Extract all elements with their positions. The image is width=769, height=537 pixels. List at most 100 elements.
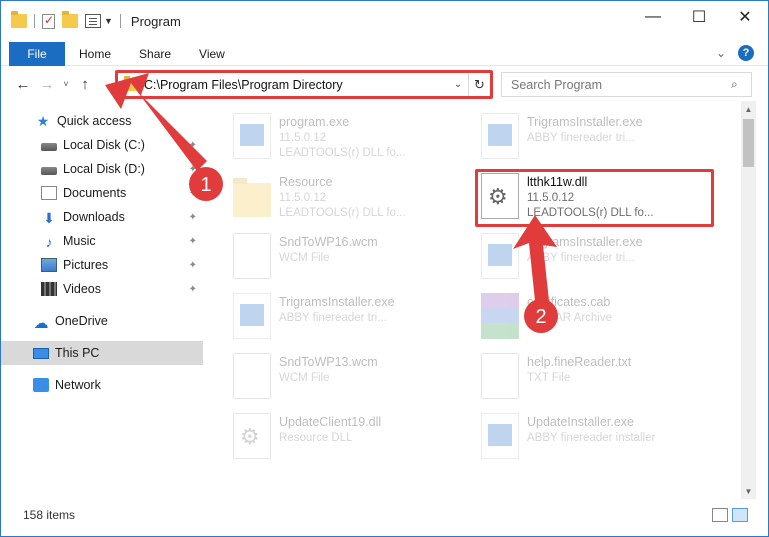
exe-icon <box>481 233 519 279</box>
file-name: TrigramsInstaller.exe <box>527 115 643 129</box>
file-item[interactable]: SndToWP13.wcm WCM File <box>233 349 473 407</box>
forward-button[interactable]: → <box>35 76 59 93</box>
refresh-button[interactable]: ↻ <box>468 73 490 96</box>
properties-icon[interactable] <box>85 14 101 28</box>
scrollbar-thumb[interactable] <box>743 119 754 167</box>
properties-check-icon[interactable] <box>42 13 55 29</box>
file-name: SndToWP16.wcm <box>279 235 378 249</box>
sidebar-item-documents[interactable]: Documents ✦ <box>1 181 203 205</box>
file-version: 11.5.0.12 <box>527 192 575 204</box>
file-description: WinRAR Archive <box>527 312 612 324</box>
sidebar-item-label: Videos <box>63 282 101 296</box>
sidebar-item-downloads[interactable]: ⬇ Downloads ✦ <box>1 205 203 229</box>
scroll-down-icon[interactable]: ▼ <box>741 483 756 499</box>
up-button[interactable]: ↑ <box>73 76 97 93</box>
pin-icon[interactable]: ✦ <box>189 188 197 199</box>
file-item[interactable]: certificates.cab WinRAR Archive <box>481 289 721 347</box>
file-description: ABBY finereader tri... <box>279 312 387 324</box>
sidebar-item-network[interactable]: Network <box>1 373 203 397</box>
file-description: LEADTOOLS(r) DLL fo... <box>279 147 406 159</box>
disk-icon <box>41 143 57 151</box>
document-icon <box>481 353 519 399</box>
search-placeholder[interactable]: Search Program <box>511 78 731 92</box>
sidebar-item-label: Quick access <box>57 114 132 128</box>
maximize-button[interactable]: ☐ <box>676 1 722 33</box>
sidebar-item-label: Local Disk (D:) <box>63 162 145 176</box>
file-item[interactable]: UpdateInstaller.exe ABBY finereader insta… <box>481 409 721 467</box>
view-toggle <box>712 508 748 522</box>
file-name: TrigramsInstaller.exe <box>527 235 643 249</box>
disk-icon <box>41 167 57 175</box>
file-item[interactable]: SndToWP16.wcm WCM File <box>233 229 473 287</box>
sidebar-item-this-pc[interactable]: This PC <box>1 341 203 365</box>
details-view-icon[interactable] <box>712 508 728 522</box>
tab-share[interactable]: Share <box>125 42 185 66</box>
tiles-view-icon[interactable] <box>732 508 748 522</box>
file-name: ltthk11w.dll <box>527 175 588 189</box>
pin-icon[interactable]: ✦ <box>189 164 197 175</box>
minimize-button[interactable]: — <box>630 1 676 33</box>
tab-view[interactable]: View <box>185 42 239 66</box>
pin-icon[interactable]: ✦ <box>189 212 197 223</box>
title-bar: ▼ Program — ☐ ✕ <box>1 1 768 41</box>
customize-toolbar-arrow-icon[interactable]: ▼ <box>104 16 113 26</box>
address-dropdown-icon[interactable]: ⌄ <box>448 79 468 90</box>
recent-locations-icon[interactable]: ˅ <box>59 79 73 89</box>
file-name: certificates.cab <box>527 295 611 309</box>
pin-icon[interactable]: ✦ <box>189 140 197 151</box>
sidebar-item-local-disk-d[interactable]: Local Disk (D:) ✦ <box>1 157 203 181</box>
sidebar-item-label: Network <box>55 378 101 392</box>
dll-gear-icon <box>233 413 271 459</box>
address-path[interactable]: C:\Program Files\Program Directory <box>144 78 448 92</box>
file-item[interactable]: help.fineReader.txt TXT File <box>481 349 721 407</box>
pin-icon[interactable]: ✦ <box>189 236 197 247</box>
file-item[interactable]: TrigramsInstaller.exe ABBY finereader tri… <box>481 229 721 287</box>
expand-ribbon-chevron-icon[interactable]: ⌄ <box>716 46 726 60</box>
ribbon-right-controls: ⌄ ? <box>716 45 754 61</box>
file-name: SndToWP13.wcm <box>279 355 378 369</box>
file-name: Resource <box>279 175 333 189</box>
exe-icon <box>233 113 271 159</box>
sidebar-item-music[interactable]: ♪ Music ✦ <box>1 229 203 253</box>
sidebar-item-onedrive[interactable]: ☁ OneDrive <box>1 309 203 333</box>
tab-file[interactable]: File <box>9 41 65 66</box>
sidebar-item-label: Pictures <box>63 258 109 272</box>
folder-icon <box>11 11 27 28</box>
quick-access-toolbar: ▼ <box>11 11 121 29</box>
help-icon[interactable]: ? <box>738 45 754 61</box>
file-item[interactable]: TrigramsInstaller.exe ABBY finereader tri… <box>481 109 721 167</box>
close-button[interactable]: ✕ <box>722 1 768 33</box>
address-folder-icon <box>124 75 138 91</box>
back-button[interactable]: ← <box>11 76 35 93</box>
documents-icon <box>41 186 57 200</box>
new-folder-icon[interactable] <box>62 11 78 28</box>
toolbar-separator <box>34 14 35 28</box>
download-icon: ⬇ <box>43 210 55 226</box>
file-item[interactable]: TrigramsInstaller.exe ABBY finereader tri… <box>233 289 473 347</box>
scroll-up-icon[interactable]: ▲ <box>741 101 756 117</box>
file-name: program.exe <box>279 115 350 129</box>
file-version: 11.5.0.12 <box>279 192 327 204</box>
sidebar-item-pictures[interactable]: Pictures ✦ <box>1 253 203 277</box>
pin-icon[interactable]: ✦ <box>189 284 197 295</box>
items-count: 158 items <box>23 508 76 522</box>
search-input[interactable]: Search Program ⌕ <box>501 72 752 97</box>
sidebar-item-quick-access[interactable]: ★ Quick access <box>1 109 203 133</box>
pin-icon[interactable]: ✦ <box>189 260 197 271</box>
file-item[interactable]: UpdateClient19.dll Resource DLL <box>233 409 473 467</box>
sidebar-item-label: Music <box>63 234 96 248</box>
address-bar[interactable]: C:\Program Files\Program Directory ⌄ ↻ <box>117 72 491 97</box>
star-icon: ★ <box>36 112 50 129</box>
tab-home[interactable]: Home <box>65 42 125 66</box>
file-item[interactable]: Resource 11.5.0.12 LEADTOOLS(r) DLL fo... <box>233 169 473 227</box>
sidebar-item-label: This PC <box>55 346 100 360</box>
sidebar-item-videos[interactable]: Videos ✦ <box>1 277 203 301</box>
music-icon: ♪ <box>45 234 53 250</box>
file-description: TXT File <box>527 372 571 384</box>
file-item-target-dll[interactable]: ltthk11w.dll 11.5.0.12 LEADTOOLS(r) DLL fo… <box>481 169 721 227</box>
toolbar-separator <box>119 14 121 28</box>
file-item[interactable]: program.exe 11.5.0.12 LEADTOOLS(r) DLL fo.… <box>233 109 473 167</box>
vertical-scrollbar[interactable]: ▲ ▼ <box>741 101 756 499</box>
file-name: UpdateInstaller.exe <box>527 415 635 429</box>
sidebar-item-local-disk-c[interactable]: Local Disk (C:) ✦ <box>1 133 203 157</box>
